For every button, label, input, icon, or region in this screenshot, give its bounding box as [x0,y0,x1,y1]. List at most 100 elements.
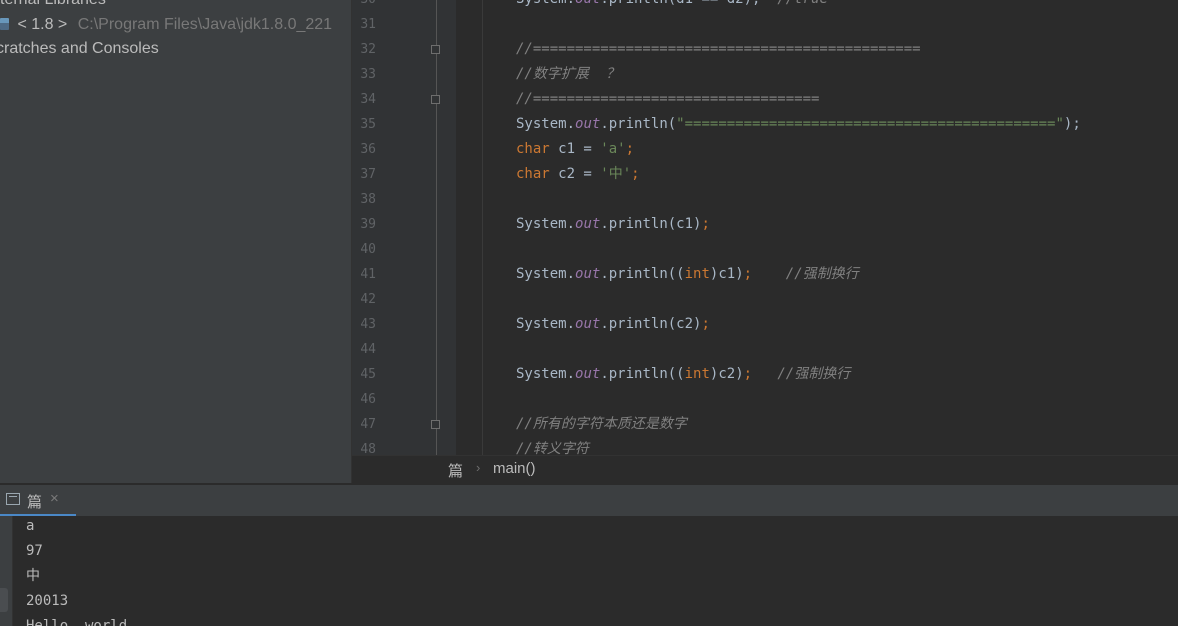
line-number: 36 [360,142,376,157]
code-token: out [575,316,601,332]
code-token: char [516,141,550,157]
code-token: int [684,366,710,382]
fold-marker-icon[interactable] [431,45,440,54]
code-token: ; [743,366,753,382]
code-token: .println(( [600,366,685,382]
tab-run-config[interactable]: 篇 × [0,485,76,517]
tree-item-label: < 1.8 > [17,16,68,33]
console-toolbar-button[interactable] [0,588,8,612]
project-tool-window: xternal Libraries < 1.8 > C:\Program Fil… [0,0,352,483]
console-icon [6,493,20,505]
code-text: System.out.println(d1 == d2); //true [516,0,828,12]
code-token: //强制换行 [785,266,859,282]
code-token: 'a' [600,141,626,157]
line-number: 43 [360,317,376,332]
tree-item-label: xternal Libraries [0,0,106,8]
indent-guide [482,0,483,455]
code-token: System. [516,366,576,382]
code-text: char c1 = 'a'; [516,137,634,162]
console-line: a [26,518,35,534]
code-token: System. [516,0,575,7]
code-text: //转义字符 [516,437,589,455]
code-token: //======================================… [516,41,921,57]
code-token: c1 = [549,141,601,157]
line-number: 32 [360,42,376,57]
code-token: System. [516,316,576,332]
line-number: 47 [360,417,376,432]
code-editor[interactable]: 30System.out.println(d1 == d2); //true31… [352,0,1178,455]
line-number: 42 [360,292,376,307]
console-line: 20013 [26,593,69,609]
close-icon[interactable]: × [50,490,59,507]
breadcrumb-method[interactable]: main() [493,460,536,477]
code-token: '中' [600,166,632,182]
line-number: 40 [360,242,376,257]
code-token: .println( [600,116,677,132]
code-token: "=======================================… [676,116,1064,132]
code-token: ; [625,141,635,157]
code-token: ; [701,316,710,332]
tree-item-label: cratches and Consoles [0,40,159,57]
code-token: ; [701,216,710,232]
console-output[interactable]: a 97 中 20013 Hello world [0,516,1178,626]
code-text: System.out.println((int)c1); //强制换行 [516,262,859,287]
code-text: System.out.println(c2); [516,312,710,337]
code-token: .println(d1 == d2); [600,0,777,7]
code-token: out [575,216,601,232]
code-token: .println(( [600,266,685,282]
breadcrumb-class[interactable]: 篇 [448,460,463,481]
code-token: int [684,266,710,282]
code-token: out [575,266,601,282]
line-number: 39 [360,217,376,232]
code-token: //true [777,0,828,7]
code-token: )c2) [709,366,744,382]
run-tab-label: 篇 [27,494,43,511]
line-number: 45 [360,367,376,382]
console-line: 中 [26,568,40,584]
line-number: 37 [360,167,376,182]
code-token: //强制换行 [777,366,851,382]
code-text: //================================== [516,87,819,112]
code-token: //所有的字符本质还是数字 [516,416,687,432]
code-text: //数字扩展 ？ [516,62,620,87]
line-number: 44 [360,342,376,357]
code-text: System.out.println(c1); [516,212,710,237]
chevron-right-icon: › [476,460,481,475]
line-number: 41 [360,267,376,282]
console-line: 97 [26,543,43,559]
jdk-path: C:\Program Files\Java\jdk1.8.0_221 [77,16,333,33]
code-token: System. [516,266,576,282]
code-text: //======================================… [516,37,921,62]
line-number: 46 [360,392,376,407]
fold-marker-icon[interactable] [431,95,440,104]
line-number: 30 [352,0,376,12]
line-number: 48 [360,442,376,455]
tree-item-external-libraries[interactable]: xternal Libraries [0,0,106,12]
code-token: .println(c2) [600,316,702,332]
code-text: //所有的字符本质还是数字 [516,412,687,437]
line-number: 34 [360,92,376,107]
code-token: c2 = [549,166,601,182]
code-token: //转义字符 [516,441,589,455]
line-number: 35 [360,117,376,132]
line-number: 33 [360,67,376,82]
library-icon [0,18,9,30]
run-tool-window-header: 篇 × [0,484,1178,517]
console-line: Hello world [26,618,128,626]
code-text: System.out.println((int)c2); //强制换行 [516,362,850,387]
tree-item-scratches[interactable]: cratches and Consoles [0,37,159,61]
code-token: .println(c1) [600,216,702,232]
code-token: System. [516,116,576,132]
code-token: out [575,366,601,382]
code-token: out [575,0,600,7]
gutter-divider [436,0,437,455]
line-number: 31 [360,17,376,32]
code-token: ; [743,266,753,282]
tree-item-jdk[interactable]: < 1.8 > C:\Program Files\Java\jdk1.8.0_2… [0,13,332,37]
fold-marker-icon[interactable] [431,420,440,429]
code-token: //================================== [516,91,820,107]
code-text: char c2 = '中'; [516,162,640,187]
code-token: System. [516,216,576,232]
